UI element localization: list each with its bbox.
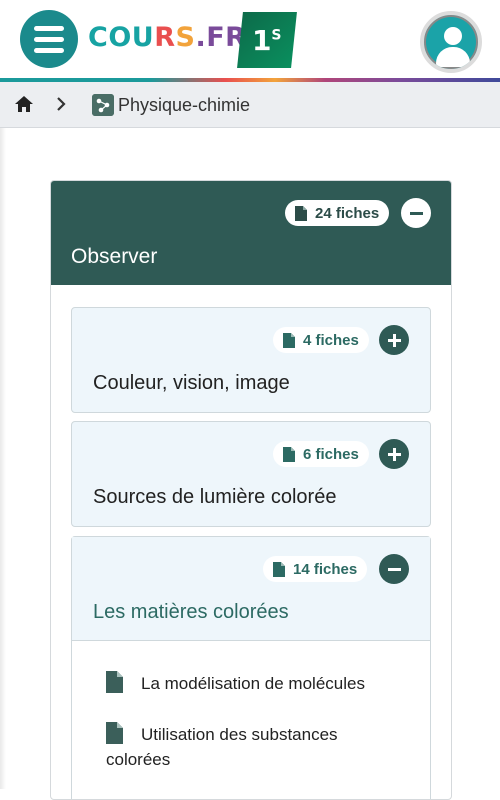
user-icon-head [444, 27, 462, 45]
user-avatar-button[interactable] [420, 11, 482, 73]
subsection-card[interactable]: 6 fiches Sources de lumière colorée [71, 421, 431, 527]
subsection-count-badge: 6 fiches [273, 441, 369, 467]
document-icon [106, 722, 123, 744]
app-header: COURS.FR 1S [0, 0, 500, 80]
document-icon [283, 446, 295, 462]
fiche-label: Utilisation des substances colorées [106, 725, 338, 769]
subsection-count-badge: 14 fiches [263, 556, 368, 582]
logo-part: R [154, 22, 176, 53]
section-count-badge: 24 fiches [285, 200, 390, 226]
subsection-count-label: 4 fiches [303, 331, 359, 349]
subsection-count-label: 6 fiches [303, 445, 359, 463]
plus-icon-v [392, 333, 396, 347]
fiche-link[interactable]: Utilisation des substances colorées [106, 722, 406, 772]
subsection-count-label: 14 fiches [293, 560, 358, 578]
subsection-card[interactable]: 4 fiches Couleur, vision, image [71, 307, 431, 413]
minus-icon [387, 567, 401, 571]
chevron-right-icon [57, 97, 66, 111]
logo-part: . [195, 22, 207, 53]
breadcrumb: Physique-chimie [0, 82, 500, 128]
subsection-title: Couleur, vision, image [93, 372, 290, 394]
breadcrumb-subject-link[interactable]: Physique-chimie [118, 95, 250, 116]
level-badge: 1S [237, 12, 297, 68]
subsection-title: Sources de lumière colorée [93, 486, 337, 508]
hamburger-icon-bar [34, 47, 64, 53]
home-icon[interactable] [14, 94, 34, 114]
subsection-count-badge: 4 fiches [273, 327, 369, 353]
site-logo[interactable]: COURS.FR [88, 22, 246, 53]
section-title: Observer [71, 245, 158, 268]
menu-button[interactable] [20, 10, 78, 68]
collapse-subsection-button[interactable] [379, 554, 409, 584]
logo-part: S [175, 22, 196, 53]
user-icon-body [436, 47, 470, 67]
side-shadow [0, 128, 6, 789]
hamburger-icon-bar [34, 25, 64, 31]
minus-icon [409, 211, 423, 215]
expand-subsection-button[interactable] [379, 439, 409, 469]
document-icon [283, 332, 295, 348]
section-header[interactable]: 24 fiches Observer [51, 181, 451, 285]
logo-part: COU [88, 22, 155, 53]
fiche-link[interactable]: La modélisation de molécules [106, 671, 406, 696]
hamburger-icon-bar [34, 36, 64, 42]
logo-part: F [206, 22, 226, 53]
section-card: 24 fiches Observer 4 fiches Couleur, vis… [50, 180, 452, 800]
level-number: 1 [252, 23, 272, 57]
document-icon [106, 671, 123, 693]
molecule-icon [92, 94, 114, 116]
subsection-card-expanded: 14 fiches Les matières colorées La modél… [71, 536, 431, 799]
subsection-title: Les matières colorées [93, 601, 289, 623]
collapse-section-button[interactable] [401, 198, 431, 228]
document-icon [295, 205, 307, 221]
level-suffix: S [271, 27, 282, 44]
expand-subsection-button[interactable] [379, 325, 409, 355]
plus-icon-v [392, 447, 396, 461]
subsection-header[interactable]: 14 fiches Les matières colorées [72, 537, 430, 641]
fiche-label: La modélisation de molécules [141, 674, 365, 693]
document-icon [273, 561, 285, 577]
section-count-label: 24 fiches [315, 204, 380, 222]
